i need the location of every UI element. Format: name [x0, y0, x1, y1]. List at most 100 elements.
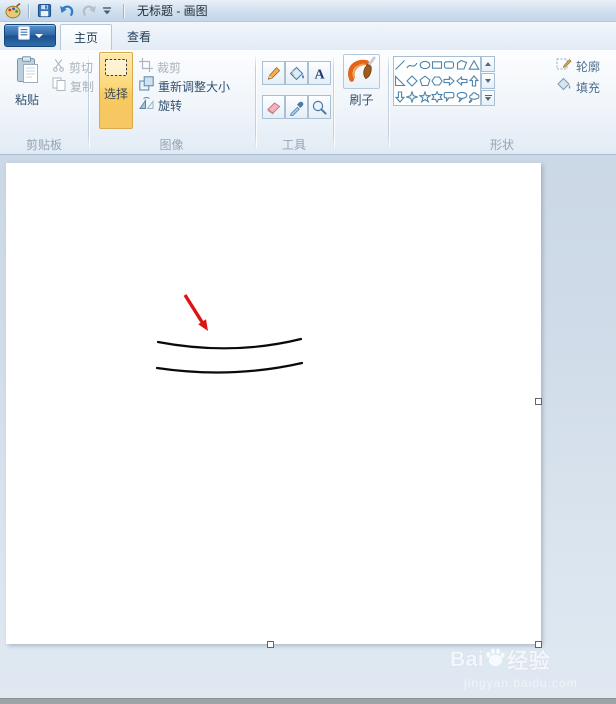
shape-four-point-star[interactable] [406, 89, 419, 105]
baidu-jingyan-watermark: Bai 经验 jingyan.baidu.com [450, 645, 616, 690]
shape-pentagon[interactable] [419, 73, 431, 89]
outline-button[interactable]: 轮廓 [556, 58, 610, 74]
shape-left-arrow[interactable] [455, 73, 468, 89]
paint-window: 无标题 - 画图 主页 查看 粘贴 剪切 复制 剪贴板 选择 裁剪 重新调整大小… [0, 0, 616, 704]
shape-rounded-rectangle-callout[interactable] [443, 89, 455, 105]
gallery-more-button[interactable] [481, 90, 495, 106]
window-title: 无标题 - 画图 [137, 4, 208, 18]
ribbon: 粘贴 剪切 复制 剪贴板 选择 裁剪 重新调整大小 旋转 图像 A 工具 刷子 … [0, 50, 616, 155]
brushes-button[interactable]: 刷子 [343, 54, 380, 124]
triangle-up-icon [485, 62, 491, 66]
outline-icon [556, 56, 572, 76]
color-picker-icon[interactable] [285, 95, 308, 119]
workspace: Bai 经验 jingyan.baidu.com [0, 156, 616, 698]
drawing-canvas[interactable] [6, 163, 541, 644]
scissors-icon [52, 58, 65, 77]
shape-down-arrow[interactable] [394, 89, 406, 105]
rotate-icon [139, 96, 154, 115]
shapes-group-label: 形状 [489, 138, 514, 152]
clipboard-paste-icon [15, 56, 39, 89]
image-group-label: 图像 [159, 138, 184, 152]
triangle-down-icon [485, 97, 491, 102]
shape-diamond[interactable] [406, 73, 419, 89]
cut-button: 剪切 [52, 58, 93, 77]
svg-text:A: A [314, 67, 325, 82]
shape-up-arrow[interactable] [468, 73, 480, 89]
outline-label: 轮廓 [576, 59, 601, 74]
bar-icon [484, 94, 492, 97]
customize-quick-access-icon[interactable] [99, 2, 115, 20]
watermark-brand-cjk: 经验 [507, 650, 551, 673]
eraser-icon[interactable] [262, 95, 285, 119]
application-menu-button[interactable] [4, 24, 56, 47]
triangle-down-icon [485, 79, 491, 83]
paste-button[interactable]: 粘贴 [6, 54, 48, 130]
gallery-scroll [481, 56, 495, 106]
brushes-label: 刷子 [349, 93, 374, 107]
group-divider [255, 54, 256, 148]
resize-label: 重新调整大小 [158, 79, 231, 94]
shape-six-point-star[interactable] [431, 89, 443, 105]
shape-triangle[interactable] [468, 57, 480, 73]
select-label: 选择 [103, 87, 128, 101]
divider [28, 3, 29, 18]
copy-label: 复制 [70, 79, 95, 94]
fill-label: 填充 [576, 80, 601, 95]
shape-line[interactable] [394, 57, 406, 73]
save-icon[interactable] [34, 2, 54, 20]
shape-rectangle[interactable] [431, 57, 443, 73]
menu-document-icon [17, 26, 30, 45]
black-curved-line-top [156, 337, 303, 350]
divider [123, 3, 124, 18]
shape-oval-callout[interactable] [455, 89, 467, 105]
canvas-resize-handle-right[interactable] [535, 398, 542, 405]
shapes-gallery [393, 56, 481, 106]
group-divider [333, 54, 334, 148]
magnifier-icon[interactable] [308, 95, 331, 119]
pencil-icon[interactable] [262, 61, 285, 85]
brush-icon [343, 54, 380, 89]
crop-button: 裁剪 [139, 57, 182, 77]
paint-app-icon[interactable] [3, 2, 23, 20]
gallery-scroll-up-button[interactable] [481, 56, 495, 72]
shape-five-point-star[interactable] [418, 89, 431, 105]
rotate-button[interactable]: 旋转 [139, 96, 192, 115]
redo-icon [79, 2, 99, 20]
shape-rounded-rectangle[interactable] [443, 57, 455, 73]
select-button[interactable]: 选择 [99, 52, 133, 129]
shape-curve[interactable] [406, 57, 418, 73]
shape-right-arrow[interactable] [443, 73, 456, 89]
ribbon-tab-row: 主页 查看 [0, 22, 616, 50]
text-tool-icon[interactable]: A [308, 61, 331, 85]
clipboard-group-label: 剪贴板 [25, 138, 62, 152]
red-arrow-shaft [183, 294, 204, 323]
shape-fill-button[interactable]: 填充 [556, 77, 610, 97]
copy-button: 复制 [52, 77, 95, 96]
chevron-down-icon [34, 33, 43, 38]
watermark-brand-latin: Bai [450, 648, 485, 671]
resize-icon [139, 76, 154, 96]
group-divider [388, 54, 389, 148]
undo-icon[interactable] [57, 2, 77, 20]
shape-hexagon[interactable] [431, 73, 443, 89]
canvas-drawing [155, 294, 304, 374]
fill-icon [556, 77, 572, 97]
crop-icon [139, 57, 153, 77]
rotate-label: 旋转 [158, 98, 183, 113]
black-curved-line-bottom [155, 361, 304, 374]
canvas-resize-handle-bottom[interactable] [267, 641, 274, 648]
shape-ellipse[interactable] [419, 57, 431, 73]
shape-right-triangle[interactable] [394, 73, 406, 89]
gallery-scroll-down-button[interactable] [481, 73, 495, 89]
resize-button[interactable]: 重新调整大小 [139, 76, 231, 96]
shape-cloud-callout[interactable] [468, 89, 480, 105]
paste-label: 粘贴 [14, 93, 39, 107]
tab-view[interactable]: 查看 [114, 24, 164, 50]
watermark-url: jingyan.baidu.com [464, 676, 578, 690]
copy-icon [52, 77, 66, 96]
crop-label: 裁剪 [157, 60, 182, 75]
tools-group-label: 工具 [281, 138, 306, 152]
shape-polygon[interactable] [455, 57, 467, 73]
fill-with-color-icon[interactable] [285, 61, 308, 85]
tab-home[interactable]: 主页 [60, 24, 112, 50]
